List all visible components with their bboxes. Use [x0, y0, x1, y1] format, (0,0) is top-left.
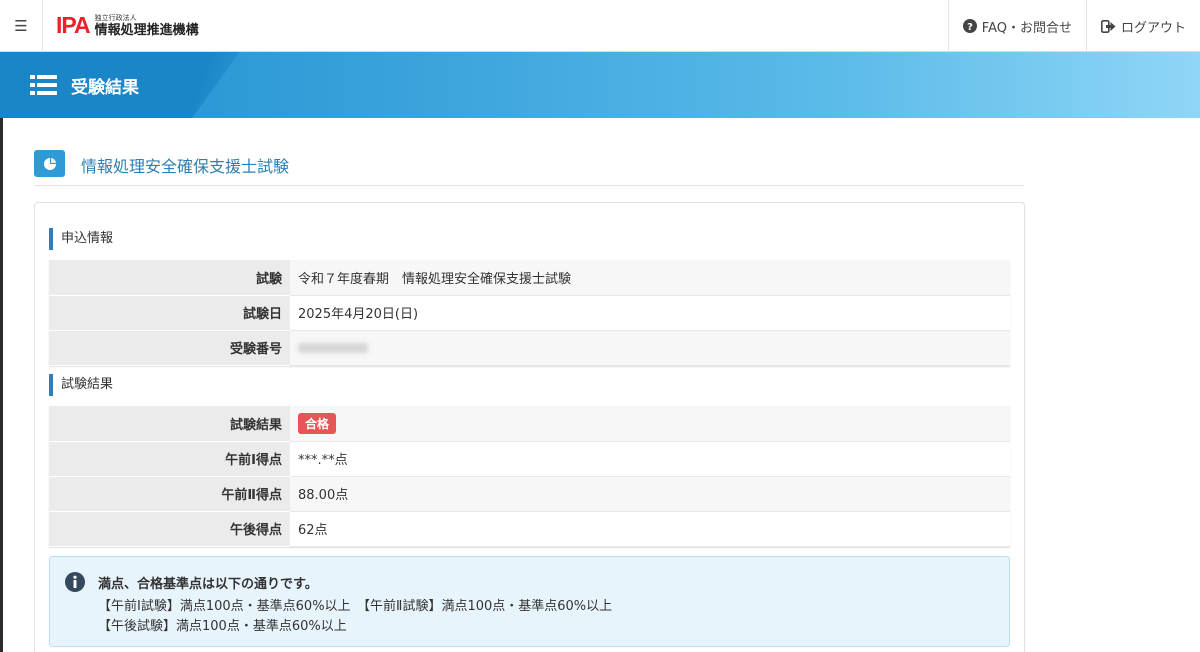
row-value: 2025年4月20日(日)	[290, 295, 1010, 331]
logout-link[interactable]: ログアウト	[1085, 0, 1200, 52]
row-label: 受験番号	[49, 330, 290, 366]
row-value: 88.00点	[290, 476, 1010, 512]
page-header: 受験結果	[0, 52, 1200, 118]
row-label: 試験日	[49, 295, 290, 331]
result-panel: 申込情報 試験 令和７年度春期 情報処理安全確保支援士試験 試験日 2025年4…	[34, 202, 1025, 652]
left-edge	[0, 118, 3, 652]
exam-title-bar: 情報処理安全確保支援士試験	[34, 150, 1024, 186]
table-row: 試験結果 合格	[49, 406, 1010, 442]
svg-text:?: ?	[967, 22, 973, 33]
menu-toggle-button[interactable]: ☰	[0, 0, 43, 52]
result-table: 試験結果 合格 午前Ⅰ得点 ***.**点 午前Ⅱ得点 88.00点 午後得点 …	[49, 406, 1010, 547]
logo-small-text: 独立行政法人	[94, 13, 137, 22]
row-label: 試験	[49, 260, 290, 296]
logo-mark: IPA	[56, 12, 91, 38]
application-table: 試験 令和７年度春期 情報処理安全確保支援士試験 試験日 2025年4月20日(…	[49, 260, 1010, 366]
table-row: 試験 令和７年度春期 情報処理安全確保支援士試験	[49, 260, 1010, 296]
row-value: 62点	[290, 511, 1010, 547]
application-section-label: 申込情報	[49, 228, 113, 250]
row-value: 合格	[290, 406, 1010, 442]
exam-title: 情報処理安全確保支援士試験	[81, 157, 290, 176]
question-circle-icon: ?	[962, 19, 977, 33]
row-label: 午前Ⅱ得点	[49, 476, 290, 512]
notice-line-1: 【午前Ⅰ試験】満点100点・基準点60%以上 【午前Ⅱ試験】満点100点・基準点…	[98, 599, 613, 614]
table-row: 試験日 2025年4月20日(日)	[49, 295, 1010, 331]
sign-out-icon	[1100, 19, 1116, 33]
row-label: 午前Ⅰ得点	[49, 441, 290, 477]
row-value: 令和７年度春期 情報処理安全確保支援士試験	[290, 260, 1010, 296]
logo-name-text: 情報処理推進機構	[94, 22, 199, 38]
notice-line-2: 【午後試験】満点100点・基準点60%以上	[98, 619, 347, 634]
faq-label: FAQ・お問合せ	[981, 20, 1072, 36]
info-circle-icon	[65, 572, 85, 596]
pie-chart-icon	[34, 150, 65, 177]
ipa-logo[interactable]: IPA 独立行政法人 情報処理推進機構	[56, 0, 199, 52]
pass-badge: 合格	[298, 412, 337, 434]
notice-title: 満点、合格基準点は以下の通りです。	[98, 577, 318, 592]
hamburger-icon: ☰	[14, 16, 28, 35]
row-label: 試験結果	[49, 406, 290, 442]
row-value	[290, 330, 1010, 366]
table-row: 受験番号	[49, 330, 1010, 366]
result-section-label: 試験結果	[49, 374, 113, 396]
table-row: 午前Ⅱ得点 88.00点	[49, 476, 1010, 512]
redacted-exam-number	[298, 342, 368, 353]
table-row: 午後得点 62点	[49, 511, 1010, 547]
faq-link[interactable]: ? FAQ・お問合せ	[947, 0, 1086, 52]
row-label: 午後得点	[49, 511, 290, 547]
logout-label: ログアウト	[1120, 20, 1186, 36]
top-navbar: ☰ IPA 独立行政法人 情報処理推進機構 ? FAQ・お問合せ ログアウト	[0, 0, 1200, 52]
score-criteria-notice: 満点、合格基準点は以下の通りです。 【午前Ⅰ試験】満点100点・基準点60%以上…	[49, 556, 1010, 647]
row-value: ***.**点	[290, 441, 1010, 477]
page-title: 受験結果	[71, 77, 139, 98]
list-icon	[30, 75, 57, 95]
table-row: 午前Ⅰ得点 ***.**点	[49, 441, 1010, 477]
